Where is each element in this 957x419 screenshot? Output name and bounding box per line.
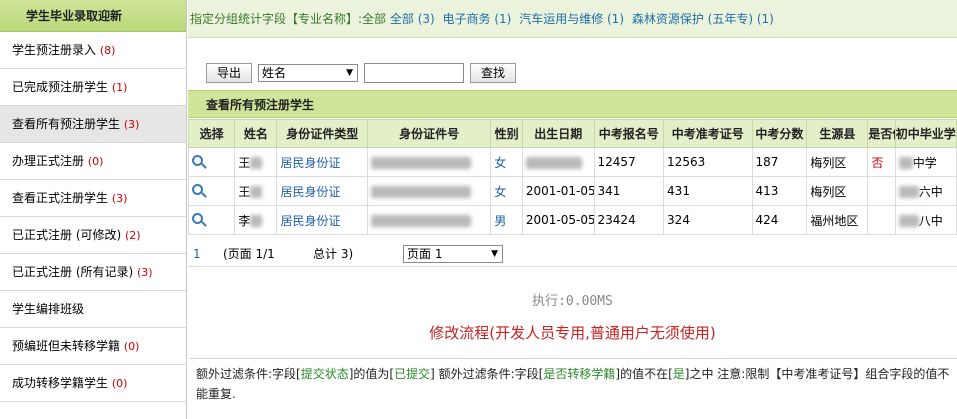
col-header[interactable]: 中考准考证号	[663, 119, 753, 148]
col-header[interactable]: 中考报名号	[593, 119, 665, 148]
score-cell: 413	[751, 176, 808, 206]
low-income-cell	[867, 205, 896, 235]
filter-link-forest[interactable]: 森林资源保护 (五年专) (1)	[632, 12, 774, 26]
filter-link-all[interactable]: 全部 (3)	[390, 12, 435, 26]
col-header[interactable]: 出生日期	[521, 119, 595, 148]
sidebar-item-class-arrange[interactable]: 学生编排班级	[0, 291, 186, 328]
filter-prefix[interactable]: 指定分组统计字段【专业名称】:全部	[190, 12, 386, 26]
id-number-cell	[367, 205, 492, 235]
name-cell: 李	[234, 205, 278, 235]
total-info: 总计 3)	[313, 247, 354, 261]
chevron-down-icon: ▼	[346, 68, 354, 78]
field-select[interactable]: 姓名 ▼	[258, 64, 359, 82]
sidebar-item-formal-all[interactable]: 已正式注册 (所有记录) (3)	[0, 254, 186, 291]
pager: 1 (页面 1/1 总计 3) 页面 1 ▼	[188, 241, 957, 267]
col-header[interactable]: 是否低保	[867, 119, 896, 148]
id-type-cell[interactable]: 居民身份证	[276, 205, 369, 235]
id-type-cell[interactable]: 居民身份证	[276, 176, 369, 206]
reg-no-cell: 341	[593, 176, 665, 206]
sidebar-item-formal-editable[interactable]: 已正式注册 (可修改) (2)	[0, 217, 186, 254]
low-income-cell	[867, 176, 896, 206]
toolbar: 导出 姓名 ▼ 查找	[188, 58, 957, 88]
birth-cell: 2001-05-05	[521, 205, 595, 235]
page-info: (页面 1/1	[223, 247, 275, 261]
county-cell: 梅列区	[806, 176, 869, 206]
low-income-cell: 否	[867, 147, 896, 177]
col-header[interactable]: 生源县	[806, 119, 869, 148]
county-cell: 梅列区	[806, 147, 869, 177]
col-header[interactable]: 选择	[187, 119, 236, 148]
workflow-link[interactable]: 修改流程(开发人员专用,普通用户无须使用)	[188, 322, 957, 343]
search-icon[interactable]	[192, 213, 203, 224]
sidebar-item-completed-pre-register[interactable]: 已完成预注册学生 (1)	[0, 69, 186, 106]
sidebar-item-pre-register-entry[interactable]: 学生预注册录入 (8)	[0, 32, 186, 69]
sidebar-item-all-pre-register[interactable]: 查看所有预注册学生 (3)	[0, 106, 186, 143]
sidebar-item-view-formal[interactable]: 查看正式注册学生 (3)	[0, 180, 186, 217]
reg-no-cell: 12457	[593, 147, 665, 177]
search-icon[interactable]	[192, 155, 203, 166]
filter-link-ecommerce[interactable]: 电子商务 (1)	[443, 12, 512, 26]
select-cell[interactable]	[187, 205, 236, 235]
export-button[interactable]: 导出	[206, 63, 253, 83]
grid-title: 查看所有预注册学生	[188, 90, 957, 118]
reg-no-cell: 23424	[593, 205, 665, 235]
id-number-cell	[367, 176, 492, 206]
exam-no-cell: 324	[663, 205, 753, 235]
col-header[interactable]: 身份证件类型	[276, 119, 369, 148]
gender-cell: 男	[490, 205, 523, 235]
search-icon[interactable]	[192, 184, 203, 195]
main-panel: 指定分组统计字段【专业名称】:全部 全部 (3) 电子商务 (1) 汽车运用与维…	[187, 0, 957, 419]
name-cell: 王	[234, 147, 278, 177]
gender-cell: 女	[490, 176, 523, 206]
table-row: 李 居民身份证 男 2001-05-05 23424 324 424 福州地区 …	[187, 205, 957, 235]
birth-cell	[521, 147, 595, 177]
exam-no-cell: 12563	[663, 147, 753, 177]
filter-note: 额外过滤条件:字段[提交状态]的值为[已提交] 额外过滤条件:字段[是否转移学籍…	[190, 358, 957, 408]
sidebar-item-transferred[interactable]: 成功转移学籍学生 (0)	[0, 365, 186, 402]
table-row: 王 居民身份证 女 2001-01-05 341 431 413 梅列区 六中	[187, 176, 957, 206]
group-filter-bar: 指定分组统计字段【专业名称】:全部 全部 (3) 电子商务 (1) 汽车运用与维…	[188, 0, 957, 38]
table-row: 王 居民身份证 女 12457 12563 187 梅列区 否 中学	[187, 147, 957, 177]
col-header[interactable]: 初中毕业学校	[894, 119, 957, 148]
page-select[interactable]: 页面 1 ▼	[403, 244, 503, 263]
filter-link-auto[interactable]: 汽车运用与维修 (1)	[519, 12, 624, 26]
sidebar: 学生毕业录取迎新 学生预注册录入 (8) 已完成预注册学生 (1) 查看所有预注…	[0, 0, 187, 419]
page-link[interactable]: 1	[193, 247, 223, 261]
id-number-cell	[367, 147, 492, 177]
birth-cell: 2001-01-05	[521, 176, 595, 206]
school-cell: 六中	[894, 176, 957, 206]
county-cell: 福州地区	[806, 205, 869, 235]
sidebar-item-pre-class-not-transferred[interactable]: 预编班但未转移学籍 (0)	[0, 328, 186, 365]
exam-no-cell: 431	[663, 176, 753, 206]
col-header[interactable]: 中考分数	[751, 119, 808, 148]
student-table: 选择 姓名 身份证件类型 身份证件号 性别 出生日期 中考报名号 中考准考证号 …	[187, 119, 957, 235]
name-cell: 王	[234, 176, 278, 206]
chevron-down-icon: ▼	[491, 248, 498, 259]
table-header-row: 选择 姓名 身份证件类型 身份证件号 性别 出生日期 中考报名号 中考准考证号 …	[187, 119, 957, 148]
sidebar-item-formal-register[interactable]: 办理正式注册 (0)	[0, 143, 186, 180]
school-cell: 八中	[894, 205, 957, 235]
score-cell: 424	[751, 205, 808, 235]
col-header[interactable]: 性别	[490, 119, 523, 148]
exec-time: 执行:0.00MS	[532, 294, 613, 309]
col-header[interactable]: 身份证件号	[367, 119, 492, 148]
score-cell: 187	[751, 147, 808, 177]
id-type-cell[interactable]: 居民身份证	[276, 147, 369, 177]
select-cell[interactable]	[187, 147, 236, 177]
col-header[interactable]: 姓名	[234, 119, 278, 148]
school-cell: 中学	[894, 147, 957, 177]
gender-cell: 女	[490, 147, 523, 177]
select-cell[interactable]	[187, 176, 236, 206]
search-input[interactable]	[364, 63, 465, 83]
search-button[interactable]: 查找	[470, 63, 517, 83]
sidebar-header: 学生毕业录取迎新	[0, 0, 186, 32]
